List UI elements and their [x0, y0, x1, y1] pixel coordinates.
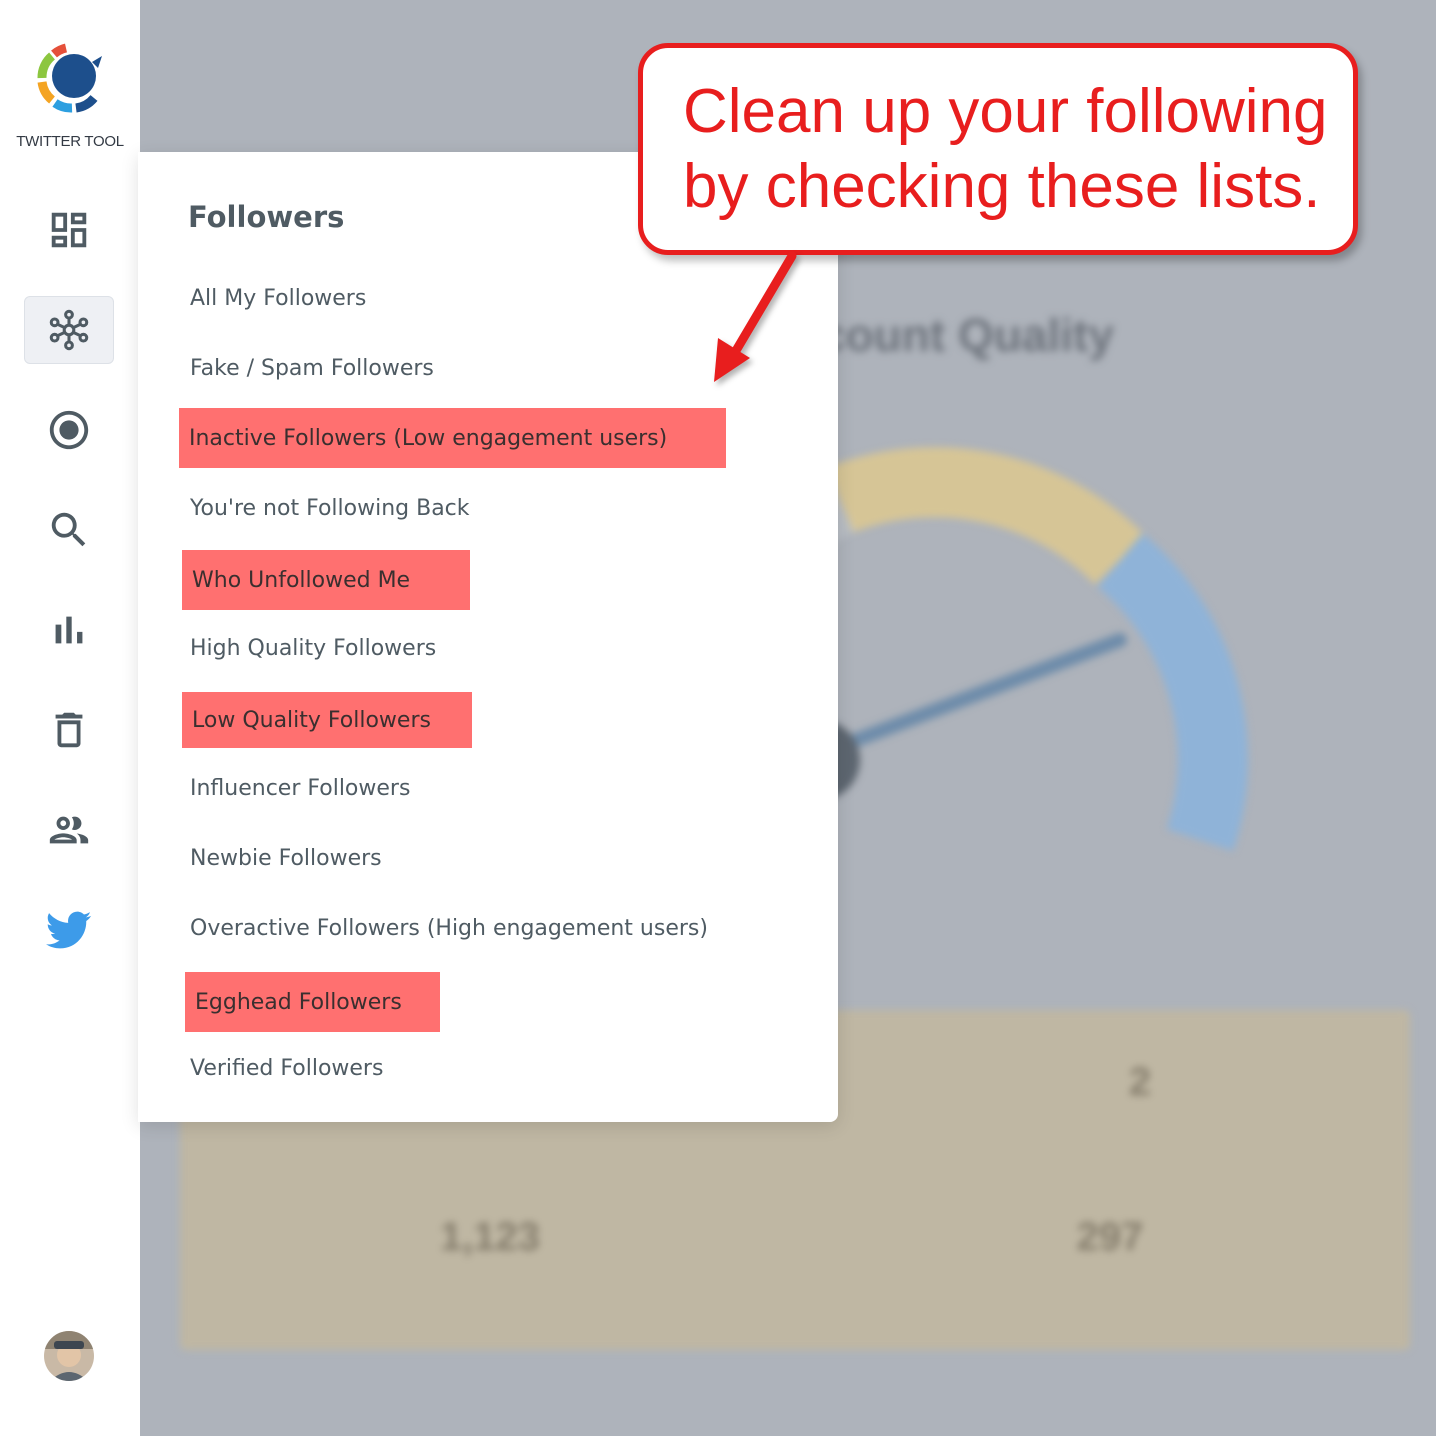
- nav-delete[interactable]: [24, 696, 114, 764]
- stat-value: 1,123: [439, 1215, 541, 1259]
- followers-menu-title: Followers: [188, 200, 345, 234]
- stat-fake-friends: 297: [980, 1205, 1240, 1260]
- account-quality-heading: count Quality: [820, 309, 1114, 361]
- bar-chart-icon: [55, 616, 83, 644]
- menu-item-verified-followers[interactable]: Verified Followers: [180, 1038, 383, 1098]
- callout-line-2: by checking these lists.: [683, 152, 1321, 221]
- stat-value: 2: [1128, 1060, 1152, 1104]
- nav-dashboard[interactable]: [24, 196, 114, 264]
- menu-item-low-quality-followers[interactable]: Low Quality Followers: [182, 692, 472, 748]
- people-icon: [49, 816, 89, 844]
- nav-monitor[interactable]: [24, 396, 114, 464]
- annotation-callout: Clean up your following by checking thes…: [638, 43, 1358, 255]
- sidebar: TWITTER TOOL: [0, 0, 140, 1436]
- callout-line-1: Clean up your following: [683, 77, 1328, 146]
- menu-item-overactive-followers[interactable]: Overactive Followers (High engagement us…: [180, 898, 708, 958]
- menu-item-newbie-followers[interactable]: Newbie Followers: [180, 828, 382, 888]
- nav-people[interactable]: [24, 796, 114, 864]
- search-icon: [51, 512, 86, 547]
- trash-icon: [55, 712, 83, 748]
- app-logo: [37, 43, 102, 113]
- menu-item-not-following-back[interactable]: You're not Following Back: [180, 478, 470, 538]
- nav-search[interactable]: [24, 496, 114, 564]
- callout-text: Clean up your following by checking thes…: [683, 74, 1343, 224]
- menu-item-inactive-followers[interactable]: Inactive Followers (Low engagement users…: [179, 408, 726, 468]
- brand-name: TWITTER TOOL: [16, 133, 124, 150]
- stat-tweet-frequency: 2: [1010, 1050, 1270, 1105]
- nav-twitter[interactable]: [24, 896, 114, 964]
- menu-item-all-followers[interactable]: All My Followers: [180, 268, 366, 328]
- nav-followers[interactable]: [24, 296, 114, 364]
- radio-target-icon: [49, 410, 89, 450]
- user-avatar[interactable]: [44, 1331, 94, 1381]
- stat-inactive-friends: 1,123: [360, 1205, 620, 1260]
- menu-item-high-quality-followers[interactable]: High Quality Followers: [180, 618, 436, 678]
- nav-analytics[interactable]: [24, 596, 114, 664]
- menu-item-who-unfollowed-me[interactable]: Who Unfollowed Me: [182, 550, 470, 610]
- dashboard-icon: [51, 212, 87, 248]
- network-hub-icon: [49, 309, 89, 351]
- stat-value: 297: [1076, 1215, 1144, 1259]
- menu-item-fake-spam-followers[interactable]: Fake / Spam Followers: [180, 338, 434, 398]
- menu-item-egghead-followers[interactable]: Egghead Followers: [185, 972, 440, 1032]
- twitter-bird-icon: [46, 911, 92, 949]
- menu-item-influencer-followers[interactable]: Influencer Followers: [180, 758, 410, 818]
- callout-arrow: [714, 251, 797, 382]
